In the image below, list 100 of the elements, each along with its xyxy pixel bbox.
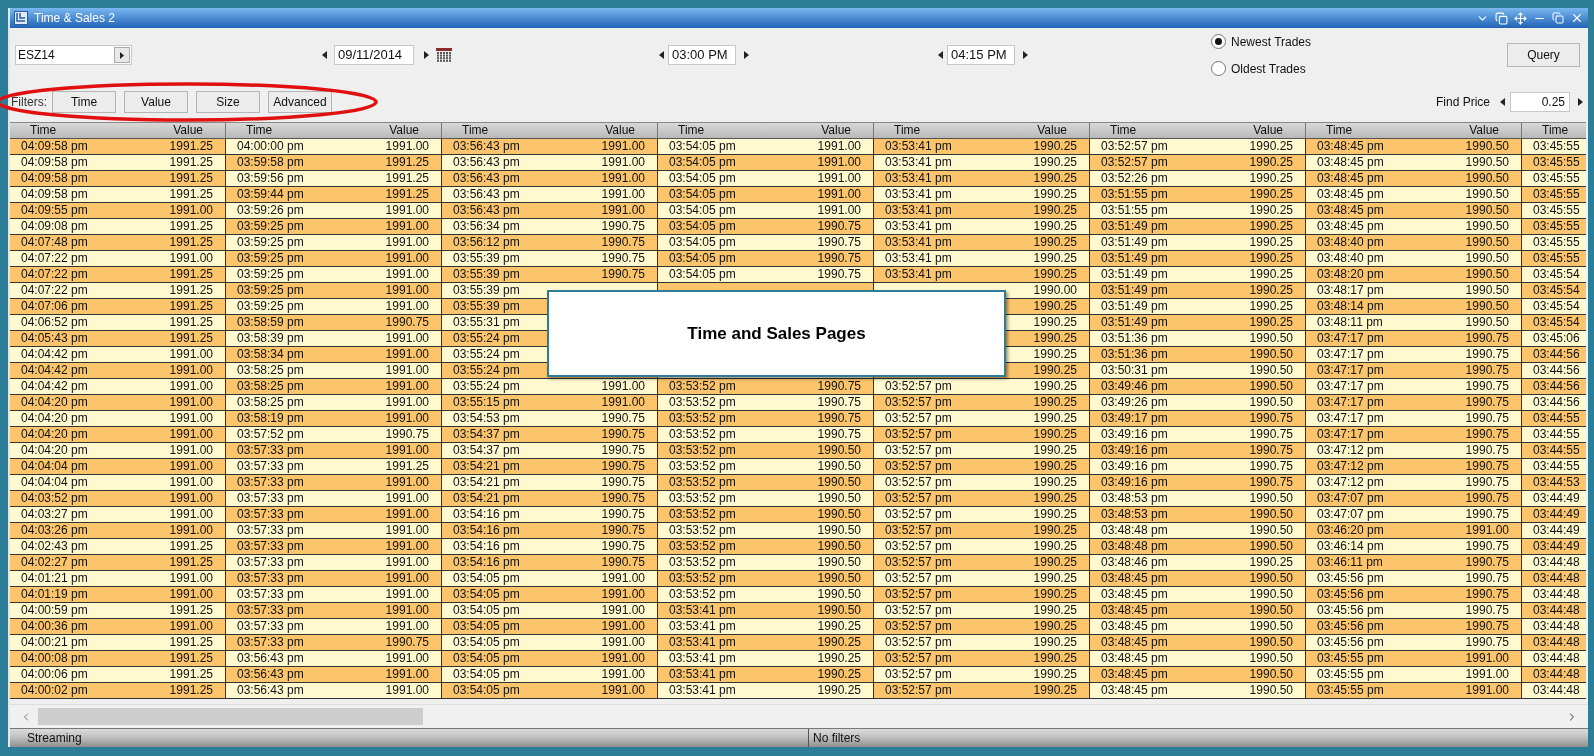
value-cell-text: 1990.75	[600, 235, 646, 250]
horizontal-scrollbar[interactable]	[10, 704, 1588, 728]
radio-label: Newest Trades	[1231, 33, 1312, 51]
value-cell-text: 1991.00	[168, 379, 214, 394]
value-cell-text: 1991.00	[816, 171, 862, 186]
value-cell-text: 1990.25	[1032, 491, 1078, 506]
previous-start-button[interactable]	[657, 50, 665, 60]
value-cell-text: 1990.25	[816, 667, 862, 682]
radio-button[interactable]	[1211, 34, 1226, 49]
date-field[interactable]: 09/11/2014	[334, 45, 414, 65]
column-header[interactable]: Time	[10, 123, 128, 138]
value-cell-text: 1990.25	[1032, 315, 1078, 330]
scrollbar-thumb[interactable]	[38, 708, 423, 725]
time-cell-text: 03:49:26 pm	[1100, 395, 1169, 410]
previous-date-button[interactable]	[320, 50, 328, 60]
time-cell-text: 03:51:49 pm	[1100, 315, 1169, 330]
column-header[interactable]: Value	[128, 123, 224, 138]
column-header[interactable]: Value	[776, 123, 872, 138]
time-cell-text: 03:48:45 pm	[1100, 603, 1169, 618]
value-cell-text: 1990.75	[816, 251, 862, 266]
value-cell-text: 1990.75	[384, 635, 430, 650]
time-cell-text: 03:52:57 pm	[884, 507, 953, 522]
value-cell-text: 1991.00	[168, 587, 214, 602]
next-end-button[interactable]	[1021, 50, 1029, 60]
time-cell-text: 03:45:55	[1532, 219, 1581, 234]
time-cell-text: 04:09:58 pm	[20, 187, 89, 202]
value-cell-text: 1991.00	[384, 491, 430, 506]
time-cell-text: 03:48:45 pm	[1100, 619, 1169, 634]
windows-icon[interactable]	[1495, 11, 1508, 25]
column-header[interactable]: Time	[1522, 123, 1586, 138]
dropdown-button[interactable]	[114, 47, 130, 63]
symbol-field[interactable]: ESZ14	[15, 45, 132, 65]
time-cell-text: 03:49:17 pm	[1100, 411, 1169, 426]
value-cell-text: 1990.75	[1464, 411, 1510, 426]
increase-price-button[interactable]	[1576, 97, 1584, 107]
column-header[interactable]: Time	[1306, 123, 1424, 138]
column-header[interactable]: Time	[874, 123, 992, 138]
time-cell-text: 03:45:54	[1532, 299, 1581, 314]
value-cell-text: 1990.25	[1032, 203, 1078, 218]
value-cell-text: 1991.00	[816, 155, 862, 170]
value-cell-text: 1990.50	[1248, 603, 1294, 618]
value-cell-text: 1990.50	[816, 587, 862, 602]
value-cell-text: 1990.75	[816, 267, 862, 282]
value-cell-text: 1990.50	[1248, 395, 1294, 410]
time-cell-text: 03:52:57 pm	[884, 379, 953, 394]
query-button[interactable]: Query	[1507, 43, 1580, 67]
next-start-button[interactable]	[742, 50, 750, 60]
column-header[interactable]: Value	[344, 123, 440, 138]
time-cell-text: 03:45:56 pm	[1316, 619, 1385, 634]
time-cell-text: 03:51:49 pm	[1100, 251, 1169, 266]
close-icon[interactable]	[1570, 11, 1584, 25]
next-date-button[interactable]	[422, 50, 430, 60]
time-cell-text: 03:54:37 pm	[452, 443, 521, 458]
value-cell-text: 1991.00	[600, 603, 646, 618]
value-cell-text: 1991.00	[1464, 683, 1510, 698]
value-cell-text: 1990.75	[1248, 475, 1294, 490]
time-cell-text: 04:04:42 pm	[20, 363, 89, 378]
time-cell-text: 03:46:11 pm	[1316, 555, 1384, 570]
column-header[interactable]: Time	[226, 123, 344, 138]
time-cell-text: 04:00:00 pm	[236, 139, 305, 154]
value-cell-text: 1990.75	[600, 219, 646, 234]
calendar-icon[interactable]	[436, 48, 452, 62]
end-time-field[interactable]: 04:15 PM	[947, 45, 1015, 65]
column-header[interactable]: Value	[992, 123, 1088, 138]
column-header[interactable]: Value	[1424, 123, 1520, 138]
time-cell-text: 03:57:52 pm	[236, 427, 305, 442]
time-cell-text: 03:50:31 pm	[1100, 363, 1169, 378]
radio-button[interactable]	[1211, 61, 1226, 76]
time-cell-text: 03:56:43 pm	[236, 651, 305, 666]
filter-button[interactable]: Advanced	[268, 91, 332, 113]
time-cell-text: 03:47:12 pm	[1316, 443, 1385, 458]
time-cell-text: 03:53:41 pm	[668, 603, 737, 618]
time-cell-text: 03:48:45 pm	[1100, 651, 1169, 666]
value-cell-text: 1991.00	[168, 571, 214, 586]
value-cell-text: 1991.00	[816, 139, 862, 154]
restore-icon[interactable]	[1552, 12, 1564, 24]
time-cell-text: 03:53:52 pm	[668, 411, 737, 426]
time-cell-text: 03:45:55 pm	[1316, 667, 1385, 682]
value-cell-text: 1991.25	[168, 331, 214, 346]
column-header[interactable]: Value	[560, 123, 656, 138]
column-header[interactable]: Time	[442, 123, 560, 138]
start-time-field[interactable]: 03:00 PM	[668, 45, 736, 65]
time-cell-text: 03:54:05 pm	[452, 651, 521, 666]
time-cell-text: 03:48:45 pm	[1316, 187, 1385, 202]
filter-button[interactable]: Size	[196, 91, 260, 113]
decrease-price-button[interactable]	[1498, 97, 1506, 107]
filter-button[interactable]: Time	[52, 91, 116, 113]
value-cell-text: 1991.00	[168, 395, 214, 410]
column-header[interactable]: Time	[658, 123, 776, 138]
column-header[interactable]: Value	[1208, 123, 1304, 138]
value-cell-text: 1990.50	[1248, 619, 1294, 634]
previous-end-button[interactable]	[936, 50, 944, 60]
find-price-field[interactable]: 0.25	[1510, 92, 1570, 112]
column-header[interactable]: Time	[1090, 123, 1208, 138]
filter-button[interactable]: Value	[124, 91, 188, 113]
value-cell-text: 1991.00	[168, 459, 214, 474]
time-cell-text: 03:51:36 pm	[1100, 347, 1169, 362]
value-cell-text: 1991.00	[384, 443, 430, 458]
time-cell-text: 03:52:57 pm	[884, 459, 953, 474]
move-icon[interactable]	[1514, 11, 1527, 25]
